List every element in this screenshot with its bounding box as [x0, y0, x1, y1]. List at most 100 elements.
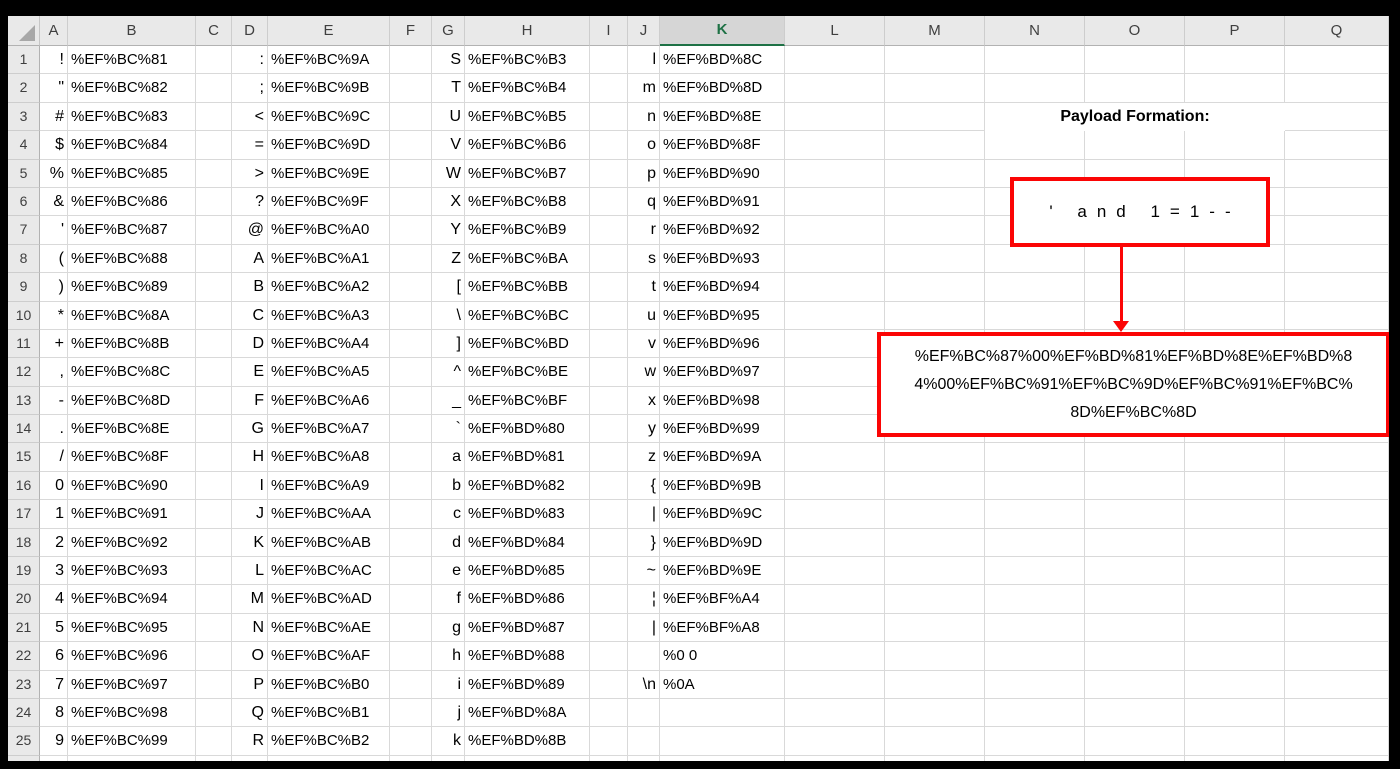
cell-Q19[interactable]	[1285, 557, 1389, 586]
cell-J3[interactable]: n	[628, 102, 660, 132]
cell-C1[interactable]	[196, 46, 232, 75]
cell-B16[interactable]: %EF%BC%90	[68, 471, 196, 501]
cell-E6[interactable]: %EF%BC%9F	[268, 187, 390, 217]
cell-N16[interactable]	[985, 471, 1085, 501]
cell-H9[interactable]: %EF%BC%BB	[465, 273, 590, 302]
payload-encoded-box[interactable]: %EF%BC%87%00%EF%BD%81%EF%BD%8E%EF%BD%8 4…	[877, 332, 1389, 437]
cell-N10[interactable]	[985, 301, 1085, 330]
cell-J7[interactable]: r	[628, 216, 660, 245]
cell-C21[interactable]	[196, 613, 232, 643]
cell-G14[interactable]: `	[432, 415, 465, 444]
cell-Q18[interactable]	[1285, 528, 1389, 558]
cell-B15[interactable]: %EF%BC%8F	[68, 443, 196, 472]
cell-A24[interactable]: 8	[40, 698, 68, 728]
cell-K5[interactable]: %EF%BD%90	[660, 159, 785, 188]
cell-H16[interactable]: %EF%BD%82	[465, 471, 590, 501]
cell-A10[interactable]: *	[40, 301, 68, 330]
cell-J13[interactable]: x	[628, 386, 660, 416]
cell-L12[interactable]	[785, 358, 885, 387]
cell-J2[interactable]: m	[628, 74, 660, 103]
cell-G17[interactable]: c	[432, 500, 465, 529]
col-header-B[interactable]: B	[68, 16, 196, 46]
cell-E22[interactable]: %EF%BC%AF	[268, 642, 390, 671]
cell-C8[interactable]	[196, 244, 232, 274]
cell-M17[interactable]	[885, 500, 985, 529]
row-header-17[interactable]: 17	[8, 500, 40, 529]
cell-M4[interactable]	[885, 131, 985, 160]
cell-M6[interactable]	[885, 187, 985, 217]
cell-H2[interactable]: %EF%BC%B4	[465, 74, 590, 103]
col-header-O[interactable]: O	[1085, 16, 1185, 46]
cell-J15[interactable]: z	[628, 443, 660, 472]
cell-L13[interactable]	[785, 386, 885, 416]
cell-N22[interactable]	[985, 642, 1085, 671]
cell-F6[interactable]	[390, 187, 432, 217]
row-header-8[interactable]: 8	[8, 244, 40, 274]
cell-F18[interactable]	[390, 528, 432, 558]
cell-N8[interactable]	[985, 244, 1085, 274]
cell-E17[interactable]: %EF%BC%AA	[268, 500, 390, 529]
cell-K20[interactable]: %EF%BF%A4	[660, 585, 785, 614]
cell-K17[interactable]: %EF%BD%9C	[660, 500, 785, 529]
col-header-M[interactable]: M	[885, 16, 985, 46]
cell-G9[interactable]: [	[432, 273, 465, 302]
row-header-4[interactable]: 4	[8, 131, 40, 160]
cell-Q1[interactable]	[1285, 46, 1389, 75]
cell-L11[interactable]	[785, 329, 885, 359]
row-header-6[interactable]: 6	[8, 187, 40, 217]
cell-H7[interactable]: %EF%BC%B9	[465, 216, 590, 245]
col-header-P[interactable]: P	[1185, 16, 1285, 46]
cell-E18[interactable]: %EF%BC%AB	[268, 528, 390, 558]
cell-B1[interactable]: %EF%BC%81	[68, 46, 196, 75]
cell-H12[interactable]: %EF%BC%BE	[465, 358, 590, 387]
cell-E15[interactable]: %EF%BC%A8	[268, 443, 390, 472]
cell-D5[interactable]: >	[232, 159, 268, 188]
row-header-20[interactable]: 20	[8, 585, 40, 614]
row-header-21[interactable]: 21	[8, 613, 40, 643]
cell-G4[interactable]: V	[432, 131, 465, 160]
col-header-D[interactable]: D	[232, 16, 268, 46]
row-header-23[interactable]: 23	[8, 670, 40, 699]
cell-O22[interactable]	[1085, 642, 1185, 671]
cell-O2[interactable]	[1085, 74, 1185, 103]
cell-C23[interactable]	[196, 670, 232, 699]
cell-G15[interactable]: a	[432, 443, 465, 472]
cell-N26[interactable]	[985, 755, 1085, 761]
cell-A15[interactable]: /	[40, 443, 68, 472]
cell-I15[interactable]	[590, 443, 628, 472]
cell-Q15[interactable]	[1285, 443, 1389, 472]
cell-B21[interactable]: %EF%BC%95	[68, 613, 196, 643]
cell-C5[interactable]	[196, 159, 232, 188]
cell-F12[interactable]	[390, 358, 432, 387]
cell-M24[interactable]	[885, 698, 985, 728]
payload-plain-box[interactable]: ' and 1=1--	[1010, 177, 1270, 247]
cell-Q9[interactable]	[1285, 273, 1389, 302]
cell-O26[interactable]	[1085, 755, 1185, 761]
cell-H5[interactable]: %EF%BC%B7	[465, 159, 590, 188]
cell-J9[interactable]: t	[628, 273, 660, 302]
cell-O21[interactable]	[1085, 613, 1185, 643]
cell-F11[interactable]	[390, 329, 432, 359]
row-header-1[interactable]: 1	[8, 46, 40, 75]
cell-P10[interactable]	[1185, 301, 1285, 330]
cell-B9[interactable]: %EF%BC%89	[68, 273, 196, 302]
cell-J1[interactable]: l	[628, 46, 660, 75]
cell-A9[interactable]: )	[40, 273, 68, 302]
cell-D18[interactable]: K	[232, 528, 268, 558]
cell-P25[interactable]	[1185, 727, 1285, 756]
cell-D21[interactable]: N	[232, 613, 268, 643]
cell-M18[interactable]	[885, 528, 985, 558]
cell-C15[interactable]	[196, 443, 232, 472]
cell-A16[interactable]: 0	[40, 471, 68, 501]
cell-Q17[interactable]	[1285, 500, 1389, 529]
cell-D26[interactable]	[232, 755, 268, 761]
row-header-25[interactable]: 25	[8, 727, 40, 756]
cell-M21[interactable]	[885, 613, 985, 643]
cell-D1[interactable]: :	[232, 46, 268, 75]
cell-O8[interactable]	[1085, 244, 1185, 274]
cell-J21[interactable]: |	[628, 613, 660, 643]
cell-E19[interactable]: %EF%BC%AC	[268, 557, 390, 586]
cell-K11[interactable]: %EF%BD%96	[660, 329, 785, 359]
col-header-K[interactable]: K	[660, 16, 785, 46]
cell-O18[interactable]	[1085, 528, 1185, 558]
